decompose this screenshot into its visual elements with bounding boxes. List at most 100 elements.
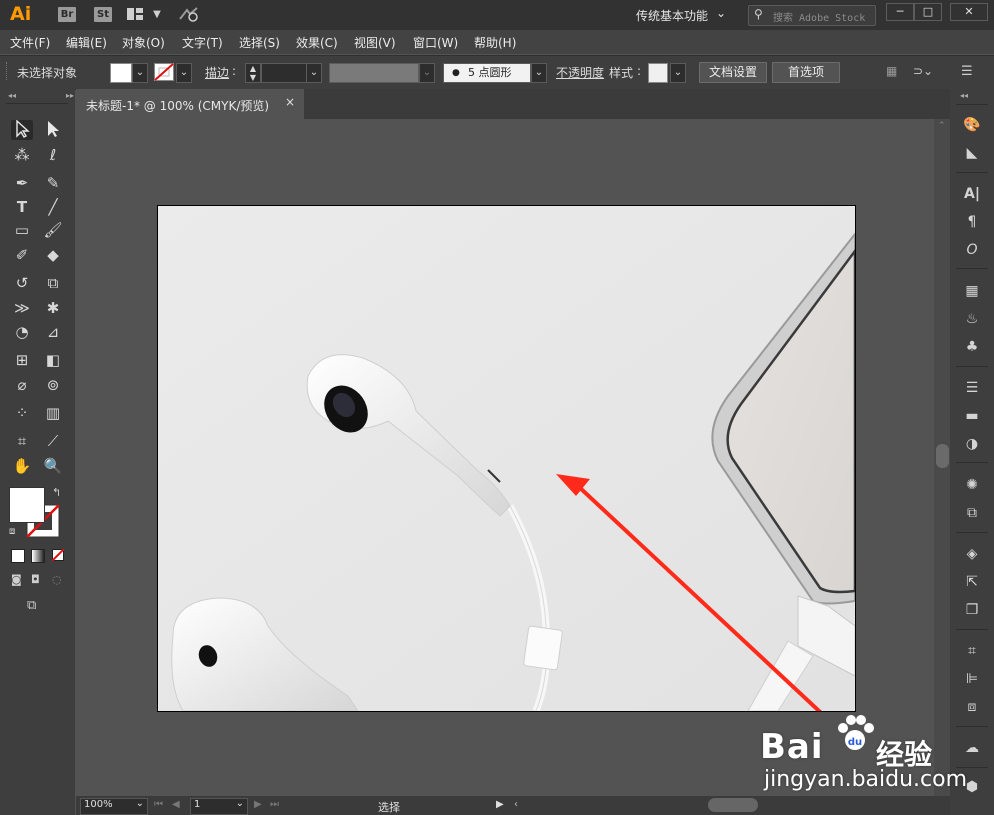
- default-colors-icon[interactable]: ⧈: [9, 526, 15, 537]
- draw-normal-icon[interactable]: ◙: [11, 573, 22, 586]
- scale-tool-icon[interactable]: ⧉: [42, 273, 64, 293]
- stroke-swatch[interactable]: [154, 63, 174, 81]
- collapse-tools-icon[interactable]: ◂◂: [8, 91, 16, 100]
- magic-wand-tool-icon[interactable]: ⁂: [11, 145, 33, 165]
- menu-select[interactable]: 选择(S): [239, 34, 280, 51]
- style-dropdown[interactable]: ⌄: [670, 63, 686, 83]
- fill-dropdown[interactable]: ⌄: [132, 63, 148, 83]
- close-tab-icon[interactable]: ×: [285, 95, 295, 109]
- perspective-grid-tool-icon[interactable]: ⊿: [42, 322, 64, 342]
- artboards-panel-icon[interactable]: ❐: [958, 599, 986, 621]
- next-artboard-icon[interactable]: ▶: [254, 799, 262, 810]
- workspace-switcher[interactable]: 传统基本功能: [636, 7, 708, 24]
- menu-help[interactable]: 帮助(H): [474, 34, 516, 51]
- sync-settings-icon[interactable]: [178, 7, 200, 22]
- menu-file[interactable]: 文件(F): [10, 34, 50, 51]
- vertical-scroll-thumb[interactable]: [936, 444, 949, 468]
- type-tool-icon[interactable]: T: [11, 197, 33, 217]
- artboard-image[interactable]: [157, 205, 856, 712]
- horizontal-scroll-thumb[interactable]: [708, 798, 758, 812]
- width-tool-icon[interactable]: ≫: [11, 298, 33, 318]
- menu-edit[interactable]: 编辑(E): [66, 34, 107, 51]
- artboard-navigator[interactable]: 1 ⌄: [190, 798, 248, 815]
- last-artboard-icon[interactable]: ⏭: [270, 799, 279, 810]
- rotate-tool-icon[interactable]: ↺: [11, 273, 33, 293]
- arrange-documents-icon[interactable]: [126, 7, 144, 22]
- align-panel-icon[interactable]: ⊫: [958, 668, 986, 690]
- color-guide-icon[interactable]: ◣: [958, 142, 986, 164]
- column-graph-tool-icon[interactable]: ▥: [42, 403, 64, 423]
- lasso-tool-icon[interactable]: ℓ: [42, 145, 64, 165]
- stock-search-input[interactable]: ⚲ 搜索 Adobe Stock: [748, 5, 876, 26]
- slice-tool-icon[interactable]: ⟋: [42, 431, 64, 451]
- gradient-tool-icon[interactable]: ◧: [42, 350, 64, 370]
- status-menu-icon[interactable]: ▶: [496, 799, 504, 810]
- character-panel-icon[interactable]: A|: [958, 183, 986, 205]
- collapse-left-icon[interactable]: ▸▸: [66, 91, 74, 100]
- artboard-tool-icon[interactable]: ⌗: [11, 431, 33, 451]
- transparency-panel-icon[interactable]: ◑: [958, 433, 986, 455]
- shaper-tool-icon[interactable]: ✐: [11, 245, 33, 265]
- panel-menu-icon[interactable]: ☰: [961, 64, 973, 79]
- preferences-button[interactable]: 首选项: [772, 62, 840, 83]
- workspace-chevron-icon[interactable]: ⌄: [716, 6, 726, 20]
- gradient-panel-icon[interactable]: ▬: [958, 405, 986, 427]
- symbols-panel-icon[interactable]: ♣: [958, 336, 986, 358]
- brushes-panel-icon[interactable]: ♨: [958, 308, 986, 330]
- scroll-left-icon[interactable]: ‹: [514, 799, 518, 810]
- close-window-button[interactable]: ✕: [950, 3, 988, 21]
- chevron-down-icon[interactable]: ▼: [148, 7, 166, 22]
- zoom-tool-icon[interactable]: 🔍: [42, 456, 64, 476]
- rectangle-tool-icon[interactable]: ▭: [11, 220, 33, 240]
- graphic-styles-panel-icon[interactable]: ⧉: [958, 502, 986, 524]
- first-artboard-icon[interactable]: ⏮: [154, 799, 163, 810]
- align-icon[interactable]: ▦: [886, 64, 897, 78]
- stroke-label[interactable]: 描边: [205, 64, 229, 81]
- expand-panels-icon[interactable]: ◂◂: [960, 91, 968, 100]
- direct-selection-tool-icon[interactable]: [42, 120, 64, 140]
- menu-window[interactable]: 窗口(W): [413, 34, 458, 51]
- stroke-weight-stepper[interactable]: ▲ ▼: [245, 63, 261, 83]
- selection-tool-icon[interactable]: [11, 119, 33, 140]
- puppet-warp-tool-icon[interactable]: ✱: [42, 298, 64, 318]
- libraries-panel-icon[interactable]: ☁: [958, 737, 986, 759]
- blend-tool-icon[interactable]: ⊚: [42, 375, 64, 395]
- color-mode-icon[interactable]: [11, 549, 25, 563]
- gradient-mode-icon[interactable]: [31, 549, 45, 563]
- eraser-tool-icon[interactable]: ◆: [42, 245, 64, 265]
- screen-mode-icon[interactable]: ⧉: [27, 598, 36, 613]
- swatches-panel-icon[interactable]: ▦: [958, 280, 986, 302]
- transform-icon[interactable]: ⊃⌄: [913, 64, 933, 78]
- none-mode-icon[interactable]: [51, 548, 65, 562]
- asset-export-panel-icon[interactable]: ⇱: [958, 571, 986, 593]
- transform-panel-icon[interactable]: ⌗: [958, 640, 986, 662]
- bridge-button[interactable]: Br: [58, 7, 76, 22]
- menu-object[interactable]: 对象(O): [122, 34, 165, 51]
- color-panel-icon[interactable]: 🎨: [958, 114, 986, 136]
- pathfinder-panel-icon[interactable]: ⧈: [958, 696, 986, 718]
- swap-colors-icon[interactable]: ↰: [52, 486, 61, 499]
- stroke-panel-icon[interactable]: ☰: [958, 377, 986, 399]
- fill-swatch[interactable]: [110, 63, 132, 83]
- stroke-dropdown[interactable]: ⌄: [176, 63, 192, 83]
- paintbrush-tool-icon[interactable]: 🖌: [42, 220, 64, 240]
- line-tool-icon[interactable]: ╱: [42, 197, 64, 217]
- draw-inside-icon[interactable]: ◌: [52, 573, 62, 586]
- paragraph-panel-icon[interactable]: ¶: [958, 211, 986, 233]
- scroll-up-icon[interactable]: ⌃: [938, 121, 946, 131]
- fill-color-box[interactable]: [9, 487, 45, 523]
- profile-dropdown[interactable]: ⌄: [419, 63, 435, 83]
- eyedropper-tool-icon[interactable]: ⌀: [11, 375, 33, 395]
- zoom-field[interactable]: 100% ⌄: [80, 798, 148, 815]
- stroke-weight-input[interactable]: [261, 63, 307, 83]
- menu-effect[interactable]: 效果(C): [296, 34, 338, 51]
- appearance-panel-icon[interactable]: ✺: [958, 474, 986, 496]
- document-setup-button[interactable]: 文档设置: [699, 62, 767, 83]
- opacity-label[interactable]: 不透明度: [556, 64, 604, 81]
- hand-tool-icon[interactable]: ✋: [11, 456, 33, 476]
- minimize-button[interactable]: ─: [886, 3, 914, 21]
- style-swatch[interactable]: [648, 63, 668, 83]
- brush-dropdown[interactable]: ⌄: [531, 63, 547, 83]
- variable-width-profile[interactable]: [329, 63, 419, 83]
- shape-builder-tool-icon[interactable]: ◔: [11, 322, 33, 342]
